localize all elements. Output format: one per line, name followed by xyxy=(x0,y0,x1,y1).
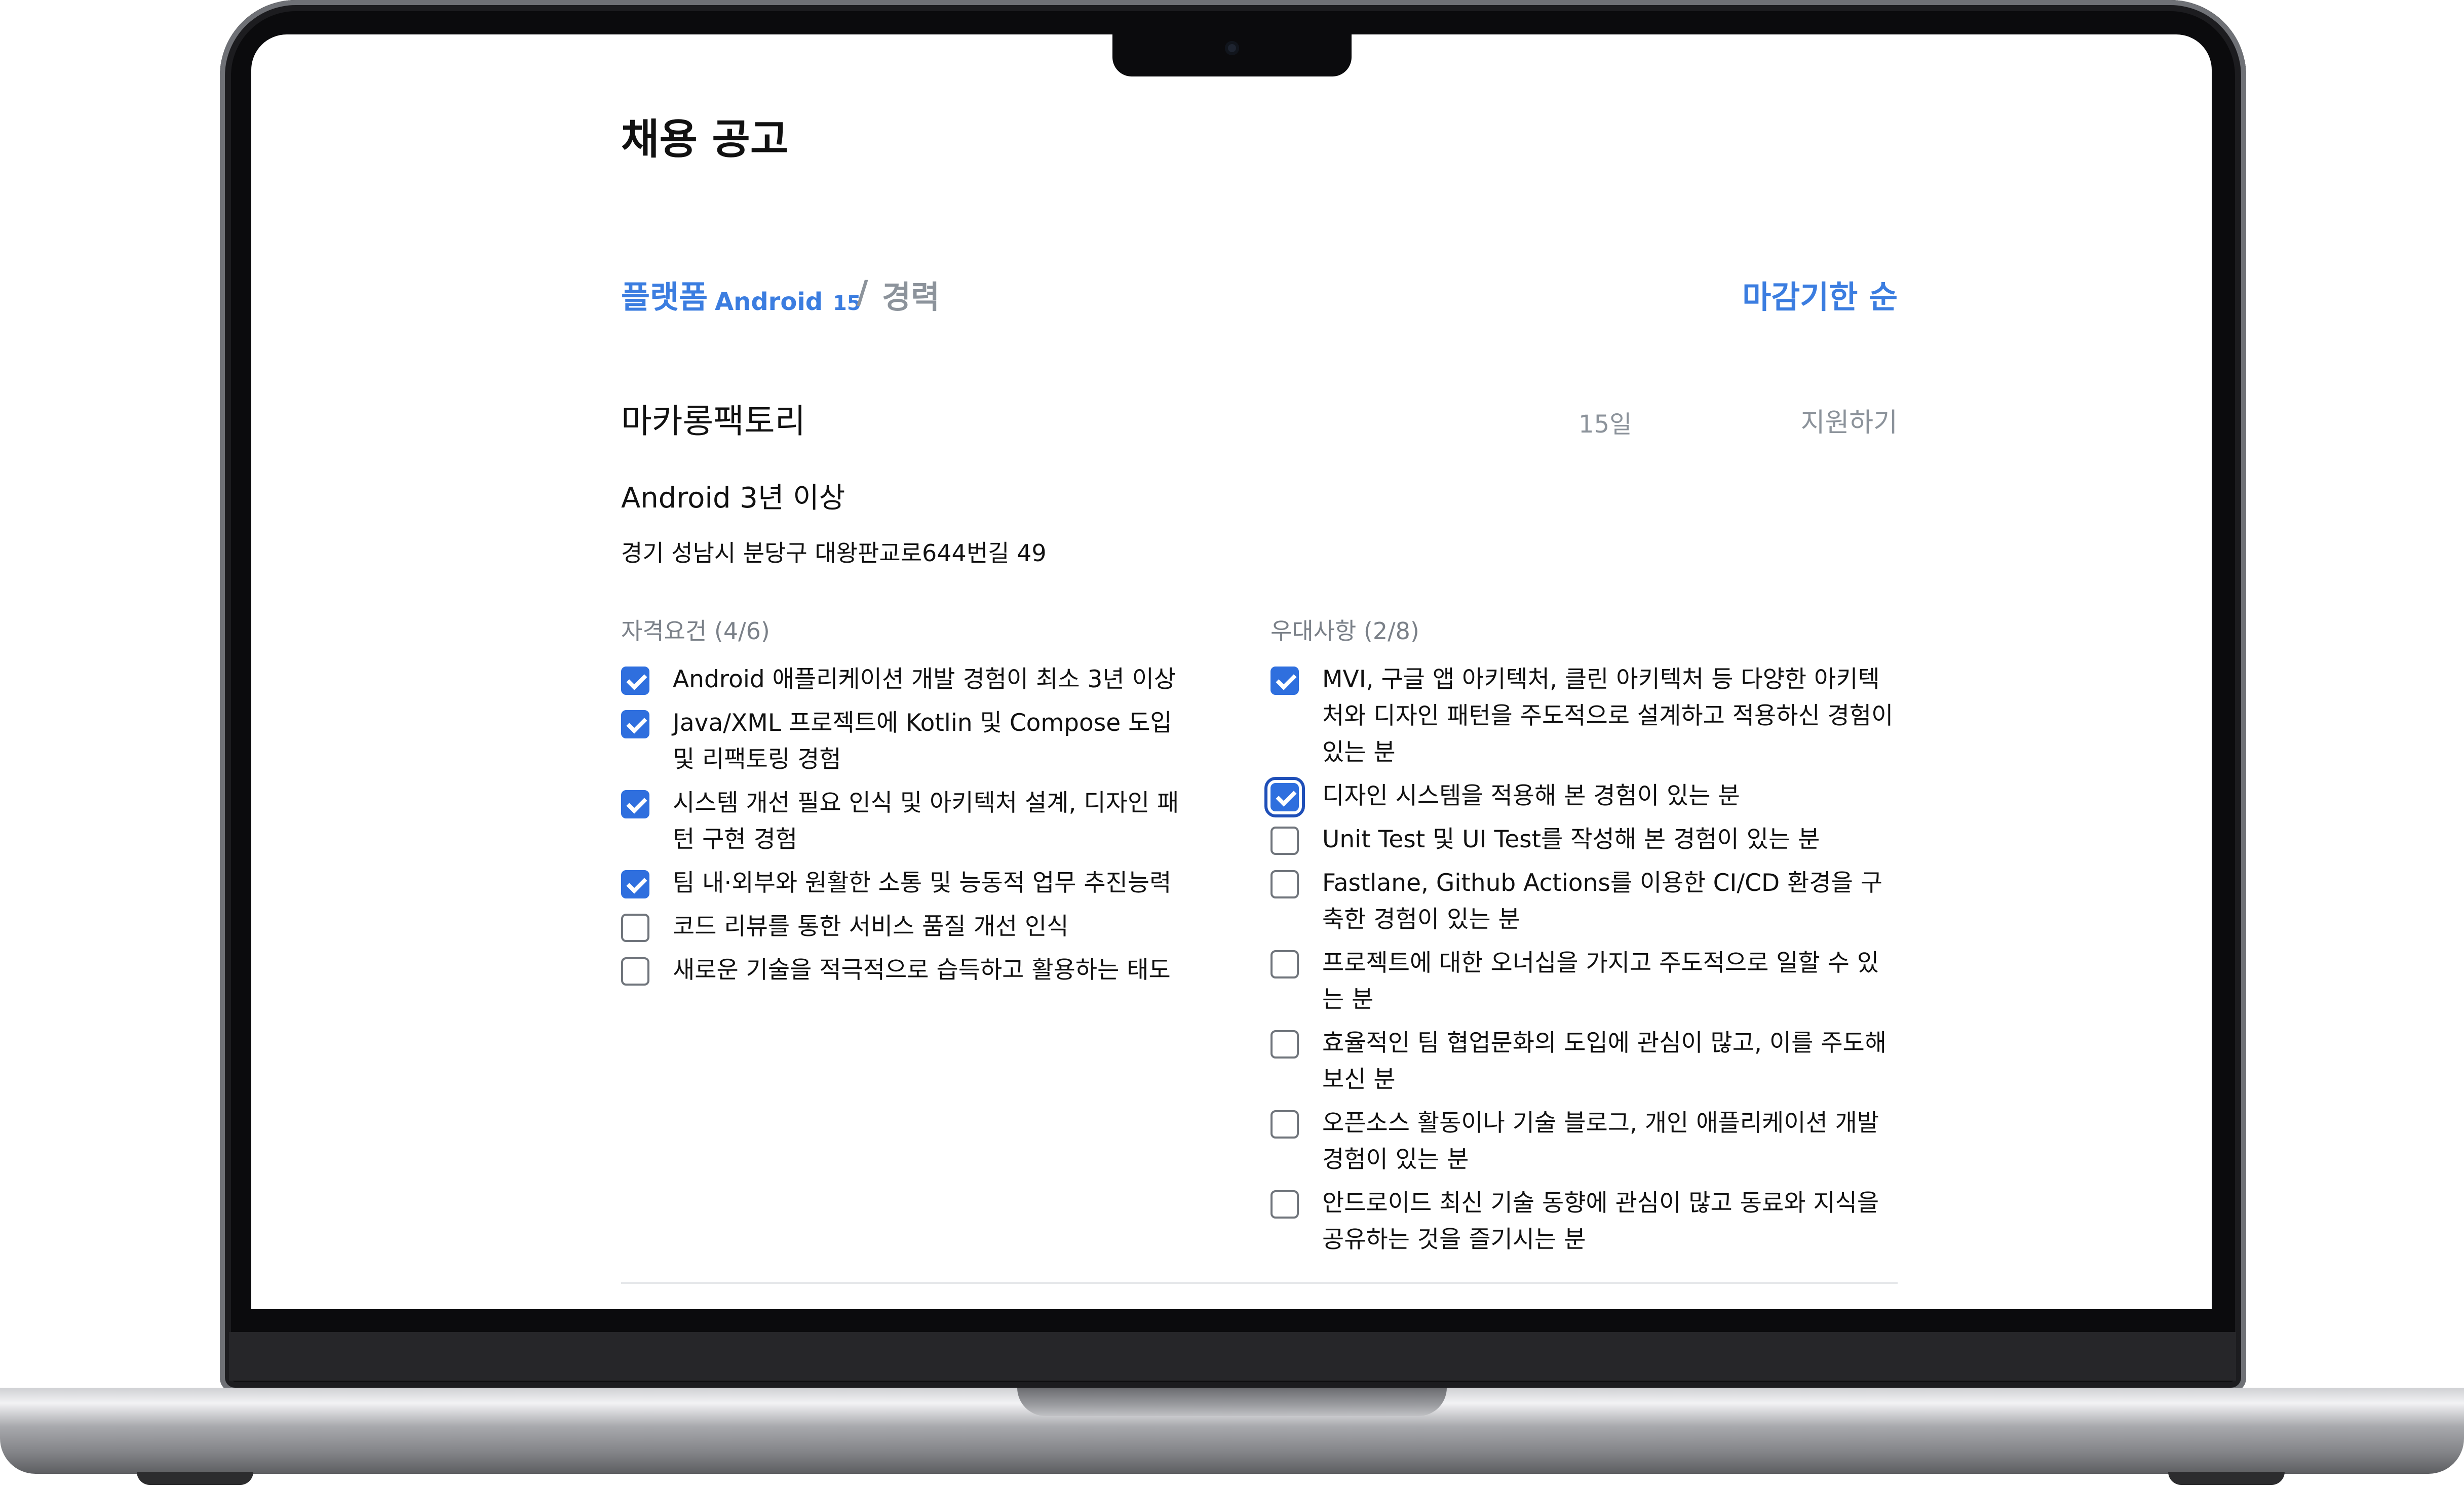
camera-notch xyxy=(1112,29,1352,76)
job-title: Android 3년 이상 xyxy=(621,482,845,515)
section-divider xyxy=(621,1282,1898,1284)
sort-deadline-button[interactable]: 마감기한 순 xyxy=(1695,271,1898,317)
breadcrumb-separator: / xyxy=(857,273,868,310)
preference-item: 효율적인 팀 협업문화의 도입에 관심이 많고, 이를 주도해 보신 분 xyxy=(1270,1025,1899,1098)
preference-checkbox[interactable] xyxy=(1270,667,1299,695)
preference-text: Fastlane, Github Actions를 이용한 CI/CD 환경을 … xyxy=(1322,869,1883,933)
apply-button[interactable]: 지원하기 xyxy=(1736,401,1898,439)
laptop-chin xyxy=(229,1332,2236,1381)
preference-checkbox[interactable] xyxy=(1270,1110,1299,1139)
preference-item: 안드로이드 최신 기술 동향에 관심이 많고 동료와 지식을 공유하는 것을 즐… xyxy=(1270,1185,1899,1258)
company-name: 마카롱팩토리 xyxy=(621,402,806,441)
requirements-title: 자격요건 (4/6) xyxy=(621,617,770,645)
preference-text: 디자인 시스템을 적용해 본 경험이 있는 분 xyxy=(1322,782,1740,810)
camera-icon xyxy=(1225,41,1239,55)
requirement-text: 코드 리뷰를 통한 서비스 품질 개선 인식 xyxy=(673,913,1069,941)
filter-platform-label[interactable]: 플랫폼 xyxy=(621,271,708,317)
requirement-checkbox[interactable] xyxy=(621,870,649,898)
requirement-text: 팀 내·외부와 원활한 소통 및 능동적 업무 추진능력 xyxy=(673,869,1172,897)
filter-career[interactable]: 경력 xyxy=(882,271,940,317)
requirement-checkbox[interactable] xyxy=(621,667,649,695)
requirement-text: Android 애플리케이션 개발 경험이 최소 3년 이상 xyxy=(673,665,1176,693)
preference-text: MVI, 구글 앱 아키텍처, 클린 아키텍처 등 다양한 아키텍처와 디자인 … xyxy=(1322,665,1894,766)
requirement-item: 시스템 개선 필요 인식 및 아키텍처 설계, 디자인 패턴 구현 경험 xyxy=(621,785,1199,858)
requirement-checkbox[interactable] xyxy=(621,710,649,738)
preference-checkbox[interactable] xyxy=(1264,777,1305,817)
preference-item: Unit Test 및 UI Test를 작성해 본 경험이 있는 분 xyxy=(1270,821,1899,858)
preference-text: 프로젝트에 대한 오너십을 가지고 주도적으로 일할 수 있는 분 xyxy=(1322,949,1879,1013)
preference-text: 효율적인 팀 협업문화의 도입에 관심이 많고, 이를 주도해 보신 분 xyxy=(1322,1029,1887,1093)
requirement-text: Java/XML 프로젝트에 Kotlin 및 Compose 도입 및 리팩토… xyxy=(673,709,1172,773)
preference-checkbox[interactable] xyxy=(1270,870,1299,898)
screen: 채용 공고 플랫폼 Android 15 / 경력 마감기한 순 마카롱팩토리 … xyxy=(251,34,2212,1309)
filter-platform-value[interactable]: Android xyxy=(715,288,823,316)
preference-checkbox[interactable] xyxy=(1270,950,1299,978)
preference-checkbox[interactable] xyxy=(1270,1030,1299,1059)
preference-text: Unit Test 및 UI Test를 작성해 본 경험이 있는 분 xyxy=(1322,826,1820,853)
requirement-text: 시스템 개선 필요 인식 및 아키텍처 설계, 디자인 패턴 구현 경험 xyxy=(673,789,1179,853)
preference-checkbox[interactable] xyxy=(1270,1190,1299,1219)
requirement-item: 코드 리뷰를 통한 서비스 품질 개선 인식 xyxy=(621,909,1199,945)
requirement-item: 새로운 기술을 적극적으로 습득하고 활용하는 태도 xyxy=(621,952,1199,989)
preference-item: MVI, 구글 앱 아키텍처, 클린 아키텍처 등 다양한 아키텍처와 디자인 … xyxy=(1270,661,1899,771)
preference-item: 프로젝트에 대한 오너십을 가지고 주도적으로 일할 수 있는 분 xyxy=(1270,945,1899,1018)
preferences-list: MVI, 구글 앱 아키텍처, 클린 아키텍처 등 다양한 아키텍처와 디자인 … xyxy=(1264,661,1899,1265)
preference-text: 안드로이드 최신 기술 동향에 관심이 많고 동료와 지식을 공유하는 것을 즐… xyxy=(1322,1189,1879,1254)
preference-text: 오픈소스 활동이나 기술 블로그, 개인 애플리케이션 개발 경험이 있는 분 xyxy=(1322,1109,1879,1173)
preferences-title: 우대사항 (2/8) xyxy=(1270,617,1419,645)
laptop-hinge-notch xyxy=(1017,1388,1447,1416)
requirement-checkbox[interactable] xyxy=(621,914,649,942)
laptop-foot-right xyxy=(2168,1472,2285,1485)
requirement-item: 팀 내·외부와 원활한 소통 및 능동적 업무 추진능력 xyxy=(621,865,1199,902)
requirement-item: Java/XML 프로젝트에 Kotlin 및 Compose 도입 및 리팩토… xyxy=(621,705,1199,778)
requirement-text: 새로운 기술을 적극적으로 습득하고 활용하는 태도 xyxy=(673,956,1171,984)
requirement-checkbox[interactable] xyxy=(621,957,649,986)
preference-checkbox[interactable] xyxy=(1270,827,1299,855)
requirement-item: Android 애플리케이션 개발 경험이 최소 3년 이상 xyxy=(621,661,1199,698)
days-left: 15일 xyxy=(1578,410,1632,439)
laptop-foot-left xyxy=(137,1472,253,1485)
job-address: 경기 성남시 분당구 대왕판교로644번길 49 xyxy=(621,539,1047,567)
preference-item: Fastlane, Github Actions를 이용한 CI/CD 환경을 … xyxy=(1270,865,1899,938)
preference-item: 오픈소스 활동이나 기술 블로그, 개인 애플리케이션 개발 경험이 있는 분 xyxy=(1270,1105,1899,1178)
requirements-list: Android 애플리케이션 개발 경험이 최소 3년 이상 Java/XML … xyxy=(621,661,1199,996)
page-title: 채용 공고 xyxy=(621,115,789,164)
preference-item: 디자인 시스템을 적용해 본 경험이 있는 분 xyxy=(1264,777,1899,817)
requirement-checkbox[interactable] xyxy=(621,790,649,818)
